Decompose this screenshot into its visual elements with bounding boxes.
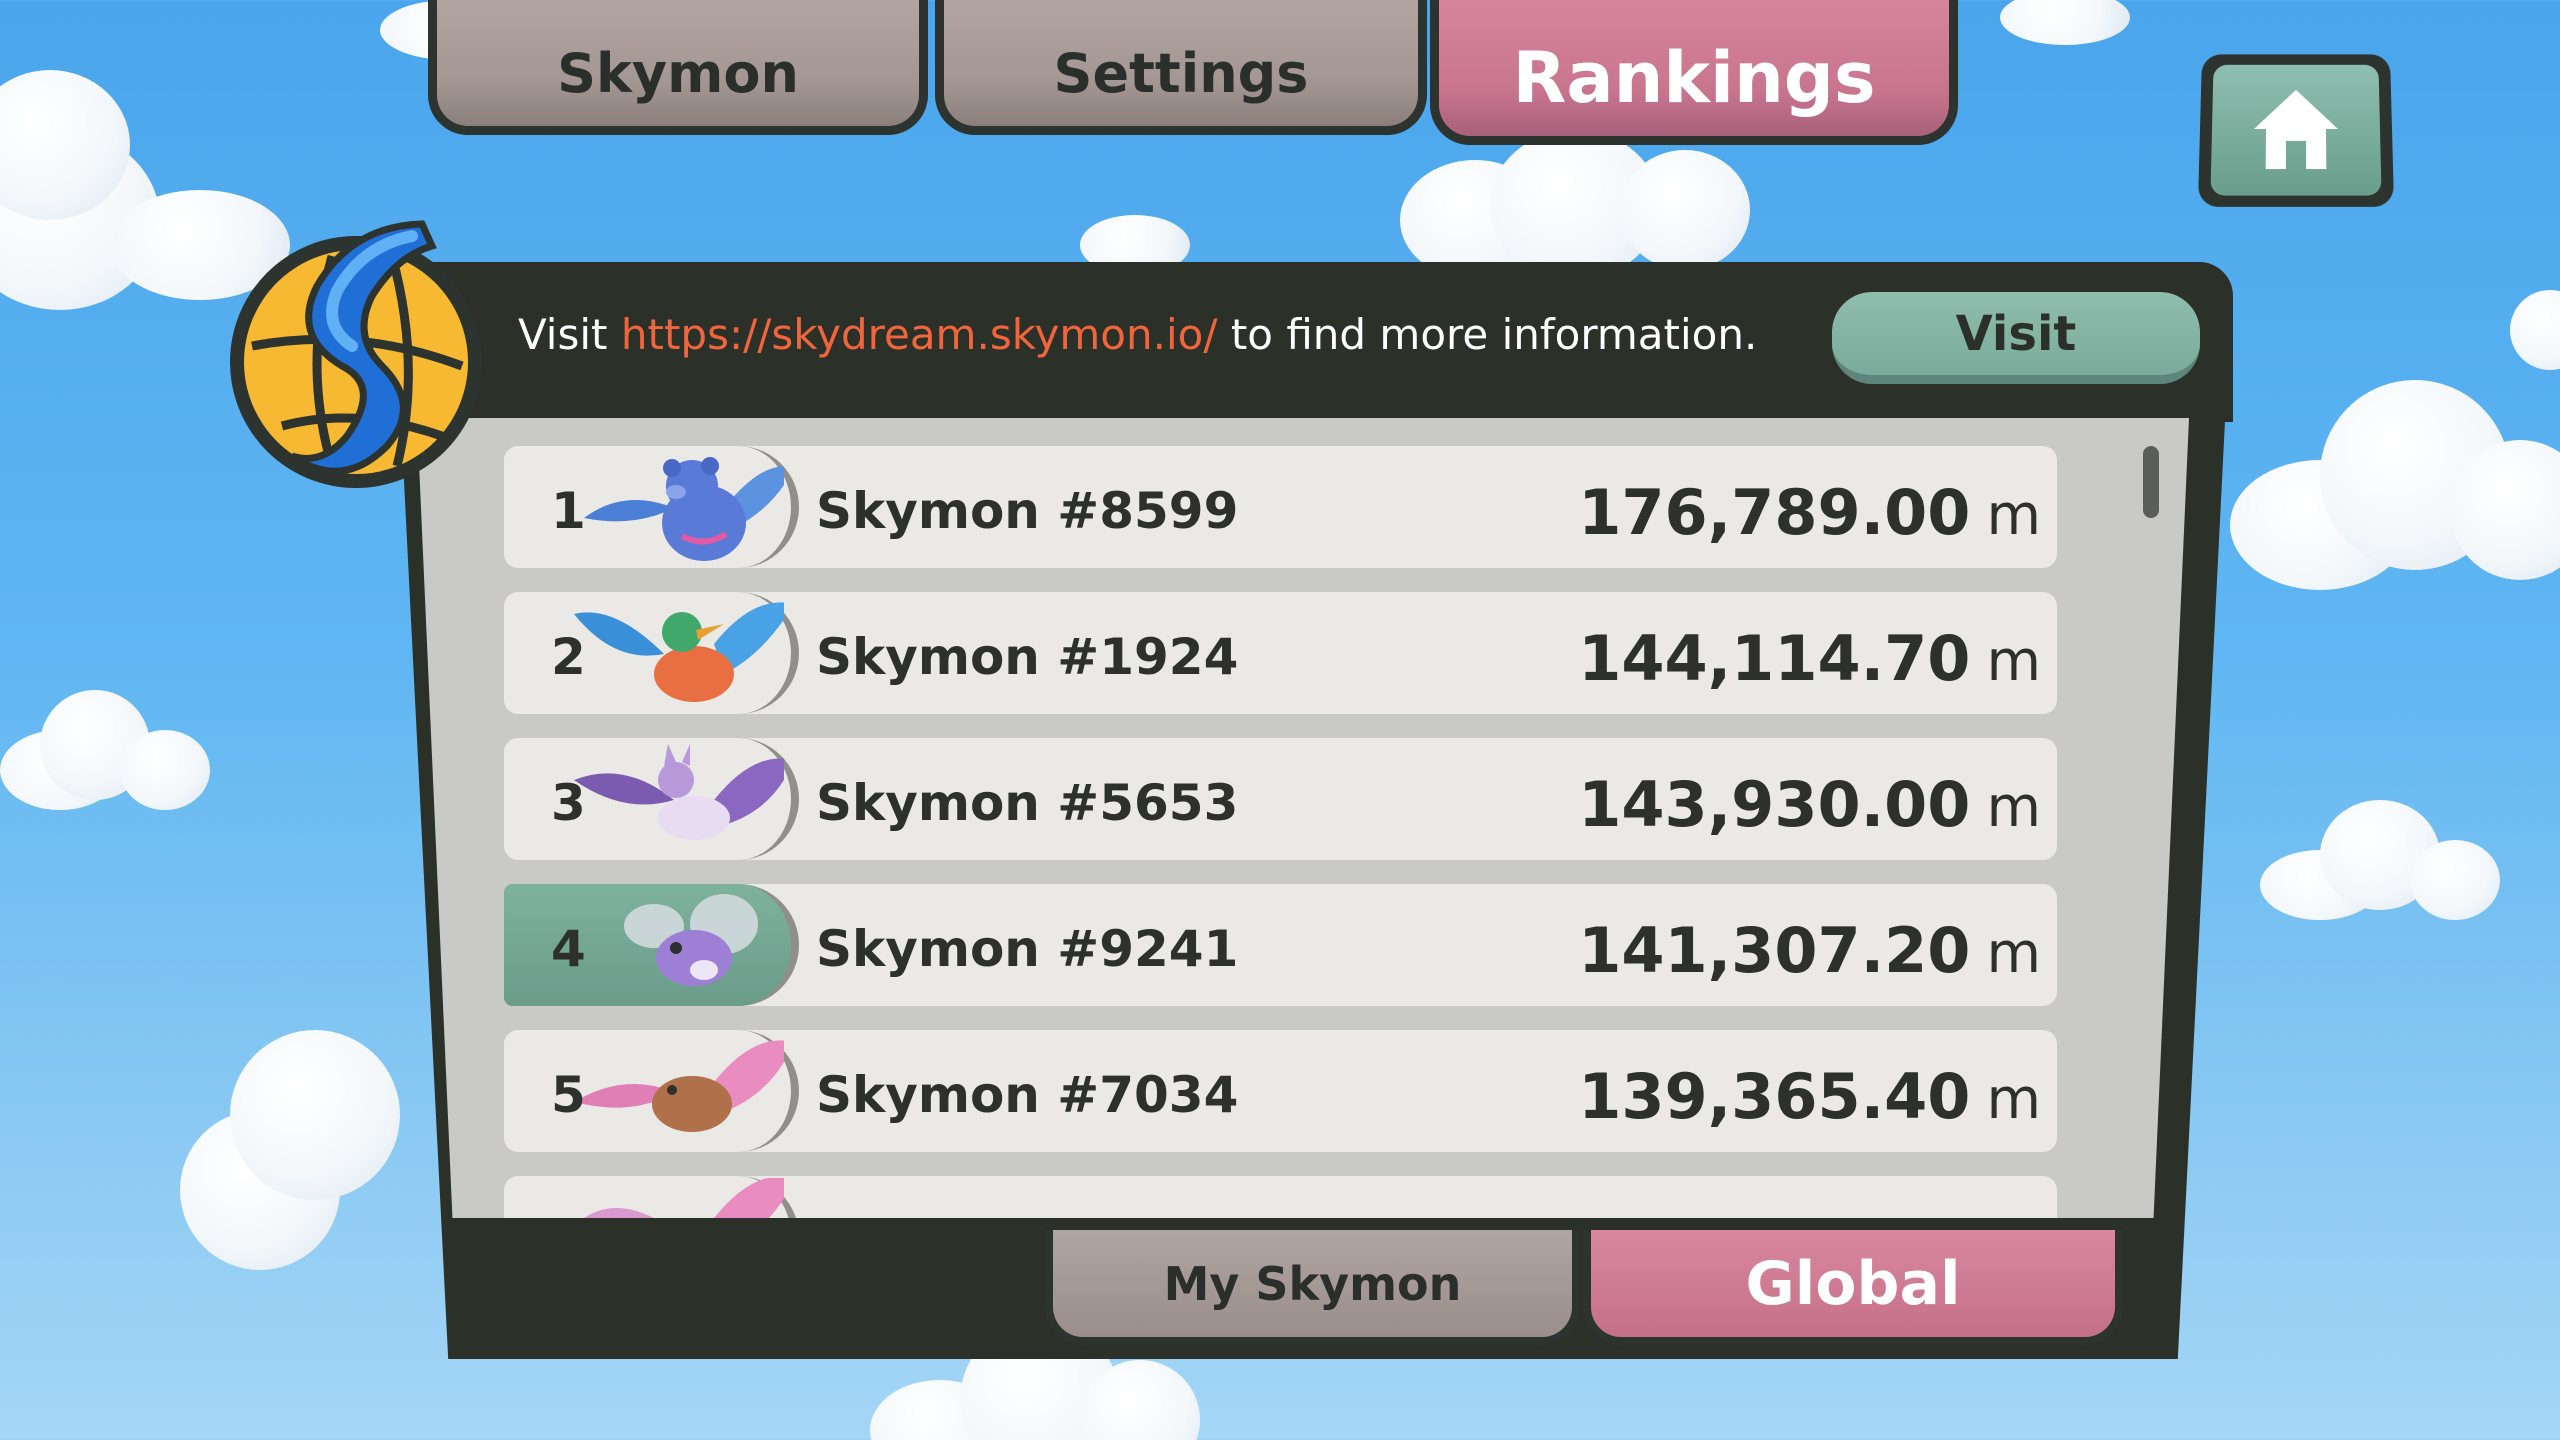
tab-settings-label: Settings [1053,41,1309,105]
ranking-row[interactable]: 3 Skymon #5653 143,930.00 m [504,738,2057,860]
home-button-face [2210,64,2382,196]
distance-score: 176,789.00 m [1578,476,2041,549]
rank-badge [504,1176,799,1218]
distance-score: 141,307.20 m [1578,914,2041,987]
skymon-name: Skymon #7034 [816,1066,1239,1124]
distance-value: 144,114.70 [1578,622,1971,695]
brown-capybara-pink-wings-avatar [574,1040,784,1132]
distance-value: 176,789.00 [1578,476,1971,549]
info-link[interactable]: https://skydream.skymon.io/ [621,310,1218,359]
visit-button[interactable]: Visit [1832,292,2200,384]
ranking-row[interactable]: 2 Skymon #1924 144,114.70 m [504,592,2057,714]
skymon-name: Skymon #8599 [816,482,1239,540]
info-suffix: to find more information. [1217,310,1758,359]
distance-unit: m [1986,775,2041,840]
rank-number: 3 [551,774,586,832]
cloud [2230,380,2560,600]
rank-badge: 1 [504,446,799,568]
tab-skymon-label: Skymon [557,41,799,105]
tab-my-skymon-label: My Skymon [1163,1256,1462,1311]
visit-button-label: Visit [1955,305,2077,362]
purple-hamster-fly-avatar [624,894,758,986]
tab-my-skymon[interactable]: My Skymon [1045,1230,1580,1345]
list-scrollbar[interactable] [2143,446,2159,518]
skymon-logo-icon [230,220,482,488]
ranking-row[interactable]: 1 Skymon #8599 176,789.00 m [504,446,2057,568]
info-prefix: Visit [518,310,621,359]
distance-unit: m [1986,629,2041,694]
skymon-name: Skymon #1924 [816,628,1239,686]
cloud [180,1010,400,1270]
distance-score: 143,930.00 m [1578,768,2041,841]
rank-number: 2 [551,628,586,686]
rank-number: 1 [551,482,586,540]
ranking-row-my-skymon[interactable]: 4 Skymon #9241 141,307.20 m [504,884,2057,1006]
distance-unit: m [1986,1067,2041,1132]
distance-score: 139,365.40 m [1578,1060,2041,1133]
distance-score: 144,114.70 m [1578,622,2041,695]
tab-global-label: Global [1745,1248,1961,1319]
tab-settings[interactable]: Settings [935,0,1427,135]
orange-duck-bird-avatar [574,602,784,702]
info-text: Visit https://skydream.skymon.io/ to fin… [518,310,1757,359]
rank-number: 5 [551,1066,586,1124]
distance-unit: m [1986,483,2041,548]
cloud [2510,290,2560,370]
rank-badge: 3 [504,738,799,860]
purple-bat-avatar [574,744,784,840]
tab-global[interactable]: Global [1583,1230,2123,1345]
distance-unit: m [1986,921,2041,986]
rank-badge: 2 [504,592,799,714]
rank-badge: 4 [504,884,799,1006]
tab-rankings-label: Rankings [1512,37,1876,119]
cloud [0,690,210,810]
pink-winged-creature-avatar [584,1178,784,1218]
cloud [1400,130,1760,280]
distance-value: 143,930.00 [1578,768,1971,841]
ranking-list[interactable]: 1 Skymon #8599 176,789.00 m 2 Skymon #192… [417,418,2189,1218]
tab-skymon[interactable]: Skymon [428,0,928,135]
cloud [2000,0,2130,50]
rank-number: 4 [551,920,586,978]
skymon-name: Skymon #5653 [816,774,1239,832]
blue-bear-bird-avatar [584,457,784,561]
distance-value: 139,365.40 [1578,1060,1971,1133]
tab-rankings[interactable]: Rankings [1430,0,1958,145]
home-icon [2253,89,2339,170]
cloud [2260,800,2500,920]
rank-badge: 5 [504,1030,799,1152]
distance-value: 141,307.20 [1578,914,1971,987]
skymon-name: Skymon #9241 [816,920,1239,978]
ranking-row-partial[interactable] [504,1176,2057,1218]
ranking-row[interactable]: 5 Skymon #7034 139,365.40 m [504,1030,2057,1152]
home-button[interactable] [2197,54,2395,207]
